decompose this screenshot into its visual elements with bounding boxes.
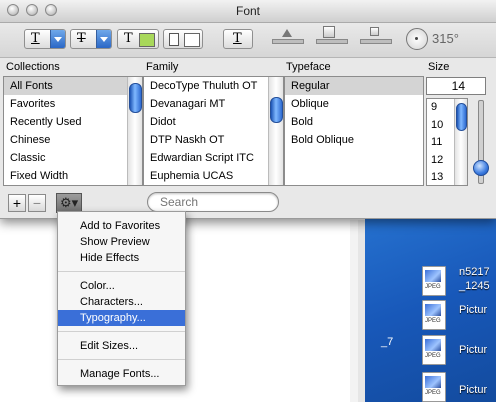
collection-item[interactable]: Chinese — [4, 131, 142, 149]
jpeg-file-icon[interactable]: JPEG — [422, 300, 448, 330]
desktop-file-label[interactable]: Pictur — [459, 344, 487, 356]
partial-desktop-label: _7 — [381, 336, 394, 348]
menu-item-typography[interactable]: Typography... — [58, 310, 185, 326]
underline-popup-button[interactable]: T — [24, 29, 66, 49]
size-header: Size — [428, 61, 450, 73]
scrollbar-thumb[interactable] — [270, 97, 283, 123]
menu-separator — [58, 359, 185, 360]
shadow-angle-value: 315° — [432, 31, 459, 46]
family-item[interactable]: Edwardian Script ITC — [144, 149, 283, 167]
family-item[interactable]: Euphemia UCAS — [144, 167, 283, 185]
title-bar[interactable]: Font — [0, 0, 496, 23]
size-field[interactable] — [426, 77, 486, 95]
desktop-file-label-line2[interactable]: _1245 — [459, 280, 490, 292]
font-effects-toolbar: T T T T 315° — [0, 23, 496, 58]
collections-scrollbar[interactable] — [127, 77, 142, 185]
menu-item-edit-sizes[interactable]: Edit Sizes... — [58, 338, 185, 354]
menu-item-color[interactable]: Color... — [58, 278, 185, 294]
shadow-offset-slider[interactable] — [360, 39, 392, 44]
collections-list[interactable]: All Fonts Favorites Recently Used Chines… — [3, 76, 143, 186]
slider-knob-icon[interactable] — [370, 27, 379, 36]
family-header: Family — [146, 61, 179, 73]
scrollbar-thumb[interactable] — [456, 103, 467, 131]
chevron-down-icon — [96, 30, 111, 48]
size-list-scrollbar[interactable] — [454, 99, 467, 185]
typeface-list[interactable]: Regular Oblique Bold Bold Oblique — [284, 76, 424, 186]
jpeg-file-icon[interactable]: JPEG — [422, 372, 448, 402]
action-dropdown-menu: Add to Favorites Show Preview Hide Effec… — [57, 211, 186, 386]
family-list[interactable]: DecoType Thuluth OT Devanagari MT Didot … — [143, 76, 284, 186]
underline-icon: T — [31, 31, 40, 46]
text-color-icon: T — [124, 31, 133, 46]
collection-item[interactable]: Favorites — [4, 95, 142, 113]
text-color-swatch — [139, 33, 155, 47]
document-icon — [169, 33, 179, 46]
remove-collection-button[interactable]: − — [28, 194, 46, 212]
font-panel-window: Font T T T T 315° Collections Family Typ… — [0, 0, 496, 219]
search-input[interactable] — [147, 192, 279, 212]
jpeg-file-icon[interactable]: JPEG — [422, 266, 448, 296]
family-item[interactable]: DTP Naskh OT — [144, 131, 283, 149]
size-slider-knob[interactable] — [473, 160, 489, 176]
collection-item[interactable]: All Fonts — [4, 77, 142, 95]
jpeg-file-icon[interactable]: JPEG — [422, 335, 448, 365]
typeface-item[interactable]: Oblique — [285, 95, 423, 113]
collection-item[interactable]: Classic — [4, 149, 142, 167]
shadow-opacity-slider[interactable] — [272, 39, 304, 44]
text-shadow-button[interactable]: T — [223, 29, 253, 49]
shadow-icon: T — [233, 31, 242, 46]
typeface-header: Typeface — [286, 61, 331, 73]
scrollbar-thumb[interactable] — [129, 83, 142, 113]
background-window-edge — [350, 220, 358, 402]
desktop-file-label[interactable]: Pictur — [459, 384, 487, 396]
document-color-button[interactable] — [163, 29, 203, 49]
typeface-item[interactable]: Bold — [285, 113, 423, 131]
chevron-down-icon — [50, 30, 65, 48]
family-item[interactable]: Devanagari MT — [144, 95, 283, 113]
shadow-blur-slider[interactable] — [316, 39, 348, 44]
shadow-angle-dial[interactable] — [406, 28, 428, 50]
text-color-button[interactable]: T — [117, 29, 159, 49]
typeface-item[interactable]: Bold Oblique — [285, 131, 423, 149]
typeface-item[interactable]: Regular — [285, 77, 423, 95]
collections-header: Collections — [6, 61, 60, 73]
family-scrollbar[interactable] — [268, 77, 283, 185]
menu-item-characters[interactable]: Characters... — [58, 294, 185, 310]
slider-knob-icon[interactable] — [282, 29, 292, 37]
strikethrough-icon: T — [77, 31, 86, 46]
collection-item[interactable]: Fixed Width — [4, 167, 142, 185]
menu-item-manage-fonts[interactable]: Manage Fonts... — [58, 366, 185, 382]
strikethrough-popup-button[interactable]: T — [70, 29, 112, 49]
menu-separator — [58, 331, 185, 332]
size-list[interactable]: 9 10 11 12 13 — [426, 98, 468, 186]
action-menu-button[interactable]: ⚙▾ — [56, 193, 82, 213]
desktop-file-label[interactable]: Pictur — [459, 304, 487, 316]
family-item[interactable]: DecoType Thuluth OT — [144, 77, 283, 95]
family-item[interactable]: Didot — [144, 113, 283, 131]
menu-item-add-to-favorites[interactable]: Add to Favorites — [58, 218, 185, 234]
slider-knob-icon[interactable] — [323, 26, 335, 38]
collection-item[interactable]: Recently Used — [4, 113, 142, 131]
window-title: Font — [235, 4, 260, 18]
menu-separator — [58, 271, 185, 272]
menu-item-hide-effects[interactable]: Hide Effects — [58, 250, 185, 266]
desktop-file-label-line1[interactable]: n5217 — [459, 266, 490, 278]
add-collection-button[interactable]: + — [8, 194, 26, 212]
document-color-swatch — [184, 33, 200, 47]
menu-item-show-preview[interactable]: Show Preview — [58, 234, 185, 250]
